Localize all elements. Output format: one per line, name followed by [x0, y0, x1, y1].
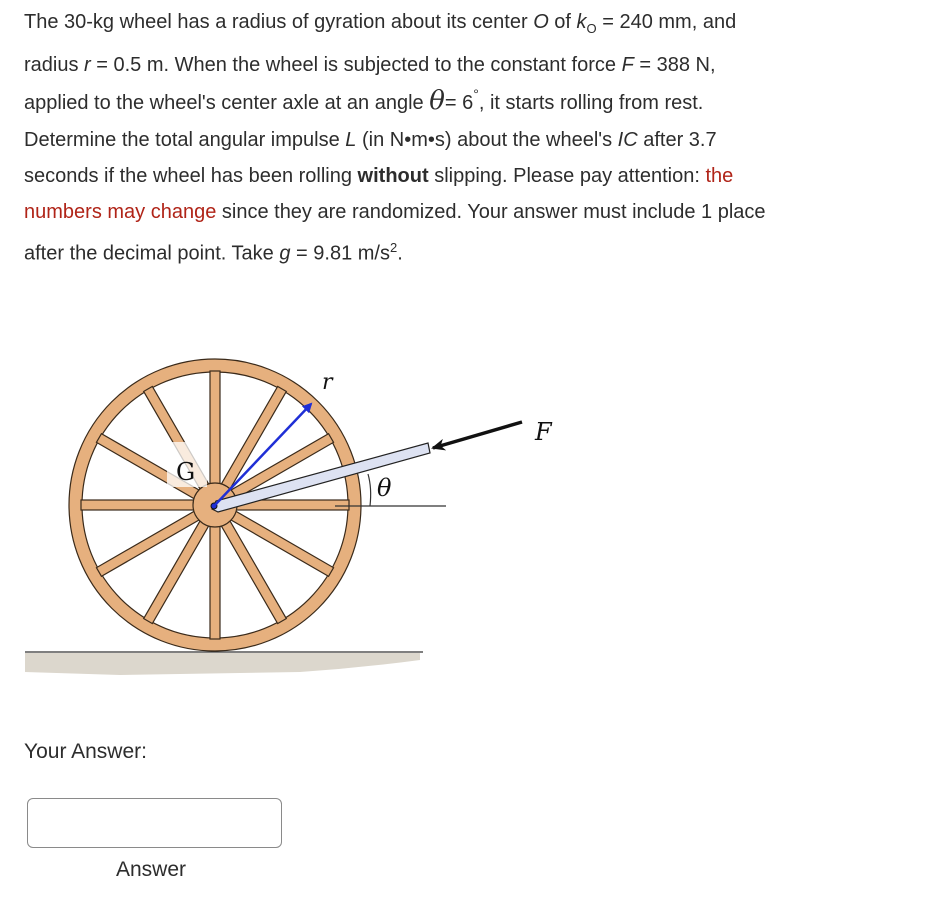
ground	[25, 653, 420, 675]
label-theta: θ	[377, 474, 392, 502]
angle-arc	[367, 473, 372, 507]
question-line-3: applied to the wheel's center axle at an…	[24, 86, 704, 116]
question-line-2: radius r = 0.5 m. When the wheel is subj…	[24, 54, 716, 76]
label-r: r	[322, 370, 334, 395]
label-F: F	[534, 418, 553, 446]
answer-caption: Answer	[116, 858, 187, 881]
wheel-figure: G r F θ	[0, 280, 600, 700]
label-G: G	[176, 458, 195, 486]
question-line-7: after the decimal point. Take g = 9.81 m…	[24, 240, 403, 265]
force-arrow-icon	[431, 420, 523, 451]
answer-input[interactable]	[27, 798, 282, 848]
answer-label: Your Answer:	[24, 740, 147, 763]
question-line-5: seconds if the wheel has been rolling wi…	[24, 165, 734, 187]
question-line-6: numbers may change since they are random…	[24, 201, 766, 223]
question-line-4: Determine the total angular impulse L (i…	[24, 129, 717, 151]
wheel-diagram: G r F θ	[25, 358, 553, 675]
question-line-1: The 30-kg wheel has a radius of gyration…	[24, 11, 737, 36]
question-text: The 30-kg wheel has a radius of gyration…	[24, 4, 924, 272]
